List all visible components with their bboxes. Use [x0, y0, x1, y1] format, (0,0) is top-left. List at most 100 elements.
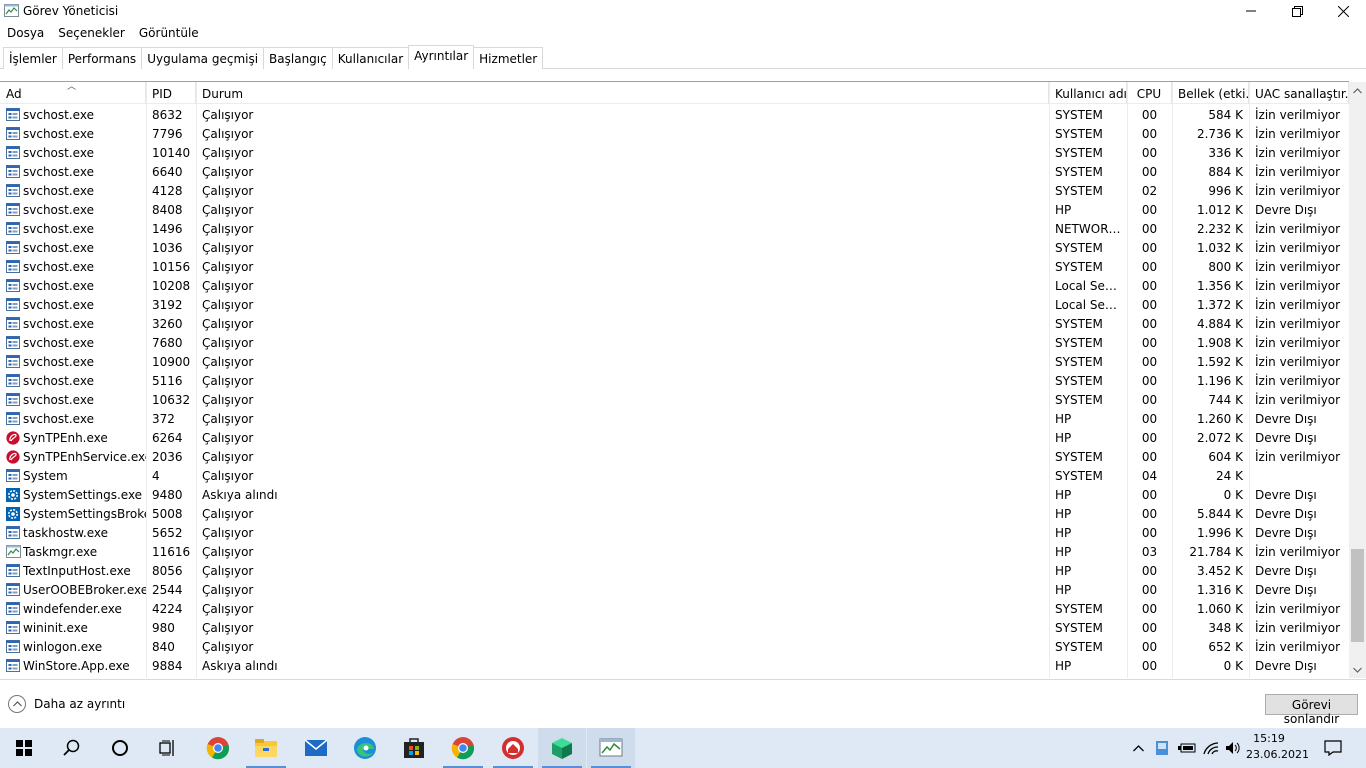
process-memory: 996 K: [1208, 184, 1243, 198]
table-row[interactable]: svchost.exe 6640 Çalışıyor SYSTEM 00 884 K İzi…: [0, 162, 1349, 181]
table-row[interactable]: svchost.exe 10156 Çalışıyor SYSTEM 00 800 K İz…: [0, 257, 1349, 276]
column-header-status[interactable]: Durum: [196, 82, 1049, 104]
taskbar-app-mail[interactable]: [292, 728, 340, 768]
scrollbar-thumb[interactable]: [1351, 549, 1364, 642]
table-row[interactable]: svchost.exe 7680 Çalışıyor SYSTEM 00 1.908 K İ…: [0, 333, 1349, 352]
column-header-user[interactable]: Kullanıcı adı: [1049, 82, 1127, 104]
table-row[interactable]: svchost.exe 1036 Çalışıyor SYSTEM 00 1.032 K İ…: [0, 238, 1349, 257]
taskbar-app-store[interactable]: [390, 728, 438, 768]
cortana-button[interactable]: [96, 728, 144, 768]
column-header-pid[interactable]: PID: [146, 82, 196, 104]
table-row[interactable]: windefender.exe 4224 Çalışıyor SYSTEM 00 1.06…: [0, 599, 1349, 618]
task-manager-icon: [599, 738, 623, 757]
table-row[interactable]: taskhostw.exe 5652 Çalışıyor HP 00 1.996 K Dev…: [0, 523, 1349, 542]
table-row[interactable]: SystemSettingsBroke... 5008 Çalışıyor HP 00 5…: [0, 504, 1349, 523]
tab-app-history[interactable]: Uygulama geçmişi: [141, 47, 265, 69]
column-header-cpu[interactable]: CPU: [1127, 82, 1172, 104]
taskbar-app-red[interactable]: [489, 728, 537, 768]
scroll-up-arrow-icon[interactable]: [1349, 82, 1366, 99]
column-header-memory[interactable]: Bellek (etki...: [1172, 82, 1249, 104]
process-memory: 652 K: [1208, 640, 1243, 654]
column-header-uac[interactable]: UAC sanallaştır...: [1249, 82, 1349, 104]
taskbar-app-file-explorer[interactable]: [242, 728, 290, 768]
process-uac: Devre Dışı: [1255, 507, 1317, 521]
table-row[interactable]: Taskmgr.exe 11616 Çalışıyor HP 03 21.784 K İzi…: [0, 542, 1349, 561]
end-task-button[interactable]: Görevi sonlandır: [1265, 694, 1358, 726]
tab-services[interactable]: Hizmetler: [473, 47, 544, 69]
tab-users[interactable]: Kullanıcılar: [331, 47, 410, 69]
process-uac: İzin verilmiyor: [1255, 450, 1341, 464]
process-memory: 0 K: [1223, 659, 1243, 673]
close-button[interactable]: [1320, 0, 1366, 22]
process-uac: İzin verilmiyor: [1255, 640, 1341, 654]
table-row[interactable]: WinStore.App.exe 9884 Askıya alındı HP 00 0 K…: [0, 656, 1349, 675]
menu-options[interactable]: Seçenekler: [51, 23, 132, 43]
process-uac: İzin verilmiyor: [1255, 317, 1341, 331]
start-button[interactable]: [0, 728, 48, 768]
process-uac: İzin verilmiyor: [1255, 260, 1341, 274]
process-uac: Devre Dışı: [1255, 564, 1317, 578]
taskbar-clock[interactable]: 15:19 23.06.2021: [1246, 731, 1309, 763]
taskbar-app-chrome-2[interactable]: [439, 728, 487, 768]
table-row[interactable]: winlogon.exe 840 Çalışıyor SYSTEM 00 652 K İzi…: [0, 637, 1349, 656]
table-row[interactable]: System 4 Çalışıyor SYSTEM 04 24 K: [0, 466, 1349, 485]
show-hidden-icons-button[interactable]: [1130, 728, 1146, 768]
service-icon: [6, 165, 20, 178]
taskbar-app-task-manager[interactable]: [587, 728, 635, 768]
tray-app-button[interactable]: [1154, 728, 1170, 768]
table-row[interactable]: svchost.exe 7796 Çalışıyor SYSTEM 00 2.736 K İ…: [0, 124, 1349, 143]
volume-button[interactable]: [1225, 728, 1241, 768]
table-row[interactable]: svchost.exe 10140 Çalışıyor SYSTEM 00 336 K İz…: [0, 143, 1349, 162]
table-row[interactable]: svchost.exe 372 Çalışıyor HP 00 1.260 K Devre …: [0, 409, 1349, 428]
process-cpu: 03: [1141, 545, 1158, 559]
taskbar-app-chrome[interactable]: [194, 728, 242, 768]
process-memory: 584 K: [1208, 108, 1243, 122]
maximize-button[interactable]: [1274, 0, 1320, 22]
search-button[interactable]: [48, 728, 96, 768]
process-uac: İzin verilmiyor: [1255, 279, 1341, 293]
table-row[interactable]: wininit.exe 980 Çalışıyor SYSTEM 00 348 K İzin…: [0, 618, 1349, 637]
tab-startup[interactable]: Başlangıç: [263, 47, 333, 69]
table-row[interactable]: svchost.exe 10632 Çalışıyor SYSTEM 00 744 K İz…: [0, 390, 1349, 409]
menu-file[interactable]: Dosya: [0, 23, 51, 43]
minimize-button[interactable]: [1228, 0, 1274, 22]
process-name: TextInputHost.exe: [23, 564, 131, 578]
process-uac: [1249, 466, 1349, 485]
wifi-button[interactable]: [1203, 728, 1219, 768]
table-row[interactable]: UserOOBEBroker.exe 2544 Çalışıyor HP 00 1.316…: [0, 580, 1349, 599]
vertical-scrollbar[interactable]: [1349, 82, 1366, 678]
table-row[interactable]: svchost.exe 4128 Çalışıyor SYSTEM 02 996 K İzi…: [0, 181, 1349, 200]
service-icon: [6, 583, 20, 596]
taskbar-app-edge[interactable]: [341, 728, 389, 768]
table-row[interactable]: SynTPEnhService.exe 2036 Çalışıyor SYSTEM 00…: [0, 447, 1349, 466]
table-row[interactable]: TextInputHost.exe 8056 Çalışıyor HP 00 3.452 …: [0, 561, 1349, 580]
process-user: HP: [1055, 564, 1072, 578]
tab-processes[interactable]: İşlemler: [3, 47, 63, 69]
table-row[interactable]: svchost.exe 10900 Çalışıyor SYSTEM 00 1.592 K…: [0, 352, 1349, 371]
process-user: Local Servi...: [1055, 279, 1127, 293]
table-row[interactable]: svchost.exe 8408 Çalışıyor HP 00 1.012 K Devre…: [0, 200, 1349, 219]
battery-button[interactable]: [1178, 728, 1196, 768]
menu-view[interactable]: Görüntüle: [132, 23, 206, 43]
table-row[interactable]: svchost.exe 3192 Çalışıyor Local Servi... 00…: [0, 295, 1349, 314]
tab-performance[interactable]: Performans: [61, 47, 143, 69]
scroll-down-arrow-icon[interactable]: [1349, 661, 1366, 678]
tab-details[interactable]: Ayrıntılar: [408, 45, 475, 69]
table-row[interactable]: svchost.exe 3260 Çalışıyor SYSTEM 00 4.884 K İ…: [0, 314, 1349, 333]
process-memory: 336 K: [1208, 146, 1243, 160]
file-explorer-icon: [255, 739, 277, 757]
process-name: wininit.exe: [23, 621, 88, 635]
table-row[interactable]: svchost.exe 5116 Çalışıyor SYSTEM 00 1.196 K İ…: [0, 371, 1349, 390]
task-view-button[interactable]: [144, 728, 192, 768]
table-row[interactable]: svchost.exe 1496 Çalışıyor NETWORK... 00 2.23…: [0, 219, 1349, 238]
table-row[interactable]: SystemSettings.exe 9480 Askıya alındı HP 00 0…: [0, 485, 1349, 504]
fewer-details-toggle[interactable]: Daha az ayrıntı: [8, 695, 125, 713]
column-header-name[interactable]: Ad ︿: [0, 82, 146, 104]
notification-center-button[interactable]: [1320, 728, 1346, 768]
details-table: Ad ︿ PID Durum Kullanıcı adı CPU Bellek …: [0, 81, 1349, 678]
taskbar-app-green-cube[interactable]: [538, 728, 586, 768]
table-row[interactable]: svchost.exe 10208 Çalışıyor Local Servi... 0…: [0, 276, 1349, 295]
table-row[interactable]: svchost.exe 8632 Çalışıyor SYSTEM 00 584 K İzi…: [0, 105, 1349, 124]
process-memory: 1.372 K: [1196, 298, 1243, 312]
table-row[interactable]: SynTPEnh.exe 6264 Çalışıyor HP 00 2.072 K Devr…: [0, 428, 1349, 447]
